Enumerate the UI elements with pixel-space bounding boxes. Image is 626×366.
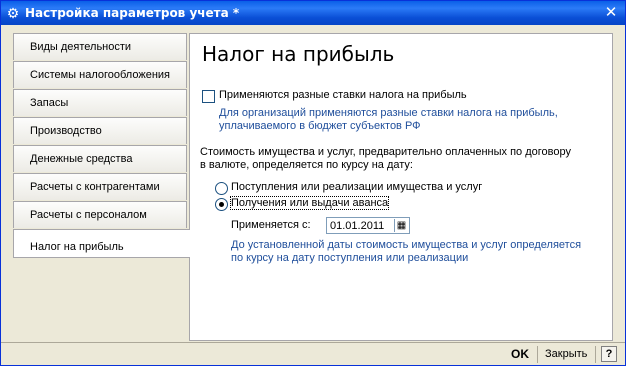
tab-list: Виды деятельности Системы налогообложени… — [13, 33, 190, 341]
cost-text-line2: в валюте, определяется по курсу на дату: — [200, 159, 413, 171]
tab-inventory[interactable]: Запасы — [13, 89, 187, 116]
note-line2: по курсу на дату поступления или реализа… — [231, 252, 469, 264]
option-receipt-label[interactable]: Поступления или реализации имущества и у… — [231, 181, 482, 193]
tab-label: Производство — [30, 125, 102, 137]
applies-from-label: Применяется с: — [231, 219, 311, 231]
tab-tax-systems[interactable]: Системы налогообложения — [13, 61, 187, 88]
tab-label: Запасы — [30, 97, 69, 109]
calendar-icon[interactable]: ▦ — [394, 219, 408, 232]
option-advance-label[interactable]: Получения или выдачи аванса — [229, 196, 390, 210]
tab-cash[interactable]: Денежные средства — [13, 145, 187, 172]
different-rates-checkbox[interactable] — [202, 90, 215, 103]
window-title: Настройка параметров учета * — [25, 6, 240, 20]
option-advance-radio[interactable] — [215, 198, 228, 211]
title-bar: ⚙ Настройка параметров учета * ✕ — [1, 1, 625, 25]
tab-personnel[interactable]: Расчеты с персоналом — [13, 201, 187, 228]
tab-profit-tax[interactable]: Налог на прибыль — [13, 229, 190, 258]
tab-label: Виды деятельности — [30, 41, 132, 53]
close-button[interactable]: Закрыть — [545, 348, 587, 360]
different-rates-hint-line2: уплачиваемого в бюджет субъектов РФ — [219, 120, 421, 132]
gear-icon: ⚙ — [6, 5, 20, 21]
panel-title: Налог на прибыль — [202, 42, 395, 66]
profit-tax-panel: Налог на прибыль Применяются разные став… — [189, 33, 613, 341]
different-rates-label[interactable]: Применяются разные ставки налога на приб… — [219, 89, 467, 101]
cost-text-line1: Стоимость имущества и услуг, предварител… — [200, 146, 571, 158]
tab-production[interactable]: Производство — [13, 117, 187, 144]
close-icon[interactable]: ✕ — [603, 5, 619, 21]
separator — [595, 346, 596, 363]
settings-window: ⚙ Настройка параметров учета * ✕ Виды де… — [0, 0, 626, 366]
applies-from-date-input[interactable]: 01.01.2011 ▦ — [326, 217, 410, 234]
help-button[interactable]: ? — [601, 346, 617, 362]
tab-activity-types[interactable]: Виды деятельности — [13, 33, 187, 60]
date-value: 01.01.2011 — [330, 220, 385, 232]
tab-counterparties[interactable]: Расчеты с контрагентами — [13, 173, 187, 200]
tab-label: Денежные средства — [30, 153, 133, 165]
tab-label: Расчеты с персоналом — [30, 209, 147, 221]
option-receipt-radio[interactable] — [215, 182, 228, 195]
separator — [537, 346, 538, 363]
tab-label: Налог на прибыль — [30, 241, 124, 253]
different-rates-hint-line1: Для организаций применяются разные ставк… — [219, 107, 558, 119]
tab-label: Системы налогообложения — [30, 69, 170, 81]
tab-label: Расчеты с контрагентами — [30, 181, 160, 193]
note-line1: До установленной даты стоимость имуществ… — [231, 239, 582, 251]
button-bar: OK Закрыть ? — [1, 342, 625, 366]
ok-button[interactable]: OK — [511, 347, 529, 361]
